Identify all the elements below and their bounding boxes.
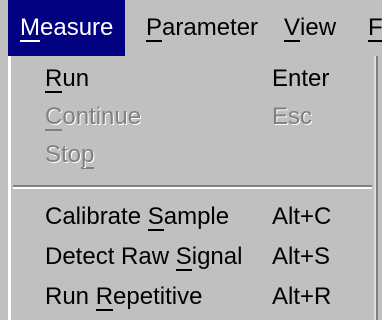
menu-item-run-repetitive[interactable]: Run Repetitive Alt+R (11, 278, 378, 316)
menu-item-label: Continue (45, 98, 141, 136)
mnemonic-letter: P (146, 14, 163, 42)
mnemonic-letter: S (175, 243, 192, 271)
label-text: Detect Raw (45, 243, 176, 270)
menu-label: iew (300, 14, 337, 41)
label-text: Sto (45, 141, 82, 168)
menu-item-label: Run (45, 60, 89, 98)
label-text: un (62, 65, 90, 92)
mnemonic-letter: M (20, 14, 40, 42)
menu-item-shortcut: Alt+S (272, 243, 331, 270)
label-text: Calibrate (45, 203, 148, 230)
menu-measure[interactable]: Measure (8, 0, 126, 56)
menu-item-calibrate-sample[interactable]: Calibrate Sample Alt+C (11, 198, 378, 236)
menu-file-partial[interactable]: F (368, 0, 382, 56)
mnemonic-letter: C (45, 103, 63, 131)
label-text: ample (163, 203, 230, 230)
mnemonic-letter: F (368, 14, 382, 42)
measure-dropdown-menu: Run Enter Continue Esc Stop Calibrate Sa… (8, 56, 378, 320)
menu-parameter[interactable]: Parameter (146, 0, 258, 56)
mnemonic-letter: S (147, 203, 164, 231)
label-text: ignal (191, 243, 243, 270)
menu-item-run[interactable]: Run Enter (11, 60, 378, 98)
menu-item-shortcut: Alt+R (272, 283, 332, 310)
menu-item-shortcut: Enter (272, 65, 330, 92)
menu-item-label: Run Repetitive (45, 278, 202, 316)
mnemonic-letter: R (95, 283, 114, 311)
menu-label: arameter (162, 14, 259, 41)
mnemonic-letter: R (45, 65, 63, 93)
menu-item-label: Stop (45, 136, 95, 174)
label-text: Run (45, 283, 96, 310)
menu-bar: Measure Parameter View F (0, 0, 382, 56)
menu-item-stop: Stop (11, 136, 378, 174)
menu-item-continue: Continue Esc (11, 98, 378, 136)
menu-item-shortcut: Alt+C (272, 203, 332, 230)
menu-view[interactable]: View (284, 0, 336, 56)
label-text: ontinue (62, 103, 142, 130)
mnemonic-letter: p (81, 141, 95, 169)
menu-item-detect-raw-signal[interactable]: Detect Raw Signal Alt+S (11, 238, 378, 276)
mnemonic-letter: V (284, 14, 301, 42)
menu-item-shortcut: Esc (272, 103, 313, 130)
menu-item-label: Calibrate Sample (45, 198, 229, 236)
label-text: epetitive (113, 283, 203, 310)
menu-item-label: Detect Raw Signal (45, 238, 242, 276)
menu-label: easure (40, 14, 114, 41)
menu-separator (13, 185, 372, 189)
